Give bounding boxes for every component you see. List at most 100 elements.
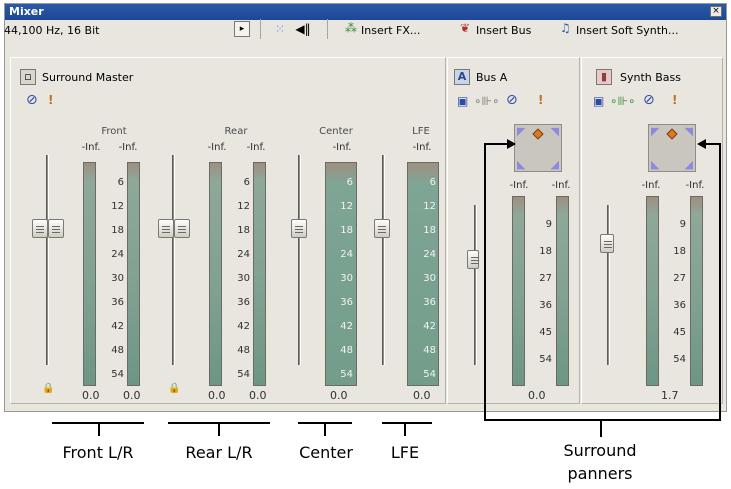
- rear-bracket-stem: [218, 422, 220, 436]
- pan-arrow-icon: ◢: [684, 158, 693, 171]
- bus-a-left-peak-top: -Inf.: [509, 180, 529, 191]
- synth-bass-right-peak-top: -Inf.: [685, 180, 705, 191]
- panner-connector-right-vertical: [719, 143, 721, 420]
- rear-left-fader[interactable]: [158, 219, 174, 238]
- solo-icon[interactable]: !: [538, 94, 543, 106]
- rear-right-fader[interactable]: [174, 219, 190, 238]
- lfe-fader-track: [382, 155, 385, 365]
- surround-master-icon: ▫: [20, 69, 36, 85]
- panner-connector-left-vertical: [484, 143, 486, 420]
- pan-arrow-icon: ◤: [517, 125, 526, 138]
- mute-icon[interactable]: ⊘: [506, 93, 518, 107]
- mute-icon[interactable]: ⊘: [643, 93, 655, 107]
- bus-a-right-meter: [556, 196, 569, 386]
- rear-scale: 6 12 18 24 30 36 42 48 54: [237, 177, 250, 380]
- insert-bus-icon[interactable]: ❦: [460, 20, 474, 36]
- bus-a-right-peak-top: -Inf.: [551, 180, 571, 191]
- window-title: Mixer: [9, 5, 44, 18]
- pan-position-marker[interactable]: [666, 128, 678, 140]
- panner-connector-bottom: [484, 419, 721, 421]
- lock-icon[interactable]: 🔒: [168, 383, 180, 394]
- surround-master-title: Surround Master: [42, 71, 134, 84]
- rear-right-meter: [253, 162, 266, 386]
- fx-bypass-icon[interactable]: ▣: [457, 95, 468, 107]
- front-left-peak: 0.0: [82, 389, 100, 402]
- rear-left-peak-top: -Inf.: [207, 142, 227, 153]
- front-right-peak-top: -Inf.: [118, 142, 138, 153]
- synth-bass-surround-panner[interactable]: ◤ ◥ ◣ ◢: [648, 124, 696, 172]
- front-right-fader[interactable]: [48, 219, 64, 238]
- front-left-meter: [83, 162, 96, 386]
- rear-right-peak: 0.0: [249, 389, 267, 402]
- fx-bypass-icon[interactable]: ▣: [593, 95, 604, 107]
- lfe-bracket-stem: [404, 422, 406, 436]
- center-peak-top: -Inf.: [332, 142, 352, 153]
- rear-left-peak: 0.0: [208, 389, 226, 402]
- center-bracket-stem: [324, 422, 326, 436]
- front-bracket-stem: [98, 422, 100, 436]
- synth-bass-right-meter: [690, 196, 703, 386]
- front-annotation: Front L/R: [62, 443, 134, 462]
- routing-icon[interactable]: ∘⊪∘: [610, 95, 635, 107]
- center-channel-label: Center: [319, 126, 353, 137]
- center-fader-track: [298, 155, 301, 365]
- pan-position-marker[interactable]: [532, 128, 544, 140]
- bus-a-fader[interactable]: [467, 250, 479, 269]
- downmix-icon[interactable]: ⁙: [272, 21, 288, 37]
- surround-annotation-line2: panners: [567, 464, 633, 483]
- lfe-peak-top: -Inf.: [412, 142, 432, 153]
- synth-bass-peak: 1.7: [661, 389, 679, 402]
- pan-arrow-icon: ◣: [651, 158, 660, 171]
- front-right-peak: 0.0: [123, 389, 141, 402]
- panner-arrow-line-b: [704, 143, 721, 145]
- toolbar-separator: [327, 19, 328, 39]
- center-annotation: Center: [299, 443, 353, 462]
- front-fader-track: [46, 155, 49, 365]
- front-left-peak-top: -Inf.: [81, 142, 101, 153]
- bus-a-scale: 9 18 27 36 45 54: [539, 219, 552, 365]
- lfe-scale: 6 12 18 24 30 36 42 48 54: [423, 177, 436, 380]
- center-scale: 6 12 18 24 30 36 42 48 54: [340, 177, 353, 380]
- bus-a-title: Bus A: [476, 71, 508, 84]
- solo-icon[interactable]: !: [48, 94, 53, 106]
- surround-annotation-line1: Surround: [563, 441, 637, 460]
- center-peak: 0.0: [330, 389, 348, 402]
- synth-bass-title: Synth Bass: [620, 71, 681, 84]
- lfe-annotation: LFE: [390, 443, 420, 462]
- synth-bass-icon: ▮: [596, 69, 612, 85]
- solo-icon[interactable]: !: [672, 94, 677, 106]
- insert-soft-synth-button[interactable]: Insert Soft Synth...: [576, 24, 679, 37]
- pan-arrow-icon: ◤: [651, 125, 660, 138]
- front-right-meter: [127, 162, 140, 386]
- lock-icon[interactable]: 🔒: [42, 383, 54, 394]
- rear-right-peak-top: -Inf.: [246, 142, 266, 153]
- front-channel-label: Front: [101, 126, 127, 137]
- insert-soft-synth-icon[interactable]: ♫: [560, 20, 574, 36]
- front-left-fader[interactable]: [32, 219, 48, 238]
- speaker-icon[interactable]: ◀‖: [295, 21, 311, 37]
- panner-arrow-line-a: [484, 143, 508, 145]
- toolbar-separator: [260, 19, 261, 39]
- rear-left-meter: [209, 162, 222, 386]
- synth-bass-fader-track: [607, 205, 610, 365]
- rear-fader-track: [172, 155, 175, 365]
- pan-arrow-icon: ◥: [550, 125, 559, 138]
- synth-bass-left-peak-top: -Inf.: [641, 180, 661, 191]
- bus-a-surround-panner[interactable]: ◤ ◥ ◣ ◢: [514, 124, 562, 172]
- insert-fx-icon[interactable]: ⁂: [345, 20, 359, 36]
- title-bar[interactable]: Mixer ×: [5, 4, 726, 20]
- synth-bass-fader[interactable]: [600, 234, 614, 253]
- close-button[interactable]: ×: [710, 6, 722, 17]
- bus-a-fader-track: [474, 205, 477, 365]
- lfe-fader[interactable]: [374, 219, 390, 238]
- pan-arrow-icon: ◣: [517, 158, 526, 171]
- bus-a-icon: A: [454, 69, 470, 85]
- mute-icon[interactable]: ⊘: [26, 93, 38, 107]
- insert-fx-button[interactable]: Insert FX...: [361, 24, 420, 37]
- panner-arrowhead-b: [697, 139, 706, 149]
- panner-connector-stem: [600, 419, 602, 437]
- routing-icon[interactable]: ∘⊪∘: [474, 95, 499, 107]
- insert-bus-button[interactable]: Insert Bus: [476, 24, 531, 37]
- select-icon[interactable]: ▸: [234, 21, 250, 37]
- center-fader[interactable]: [291, 219, 307, 238]
